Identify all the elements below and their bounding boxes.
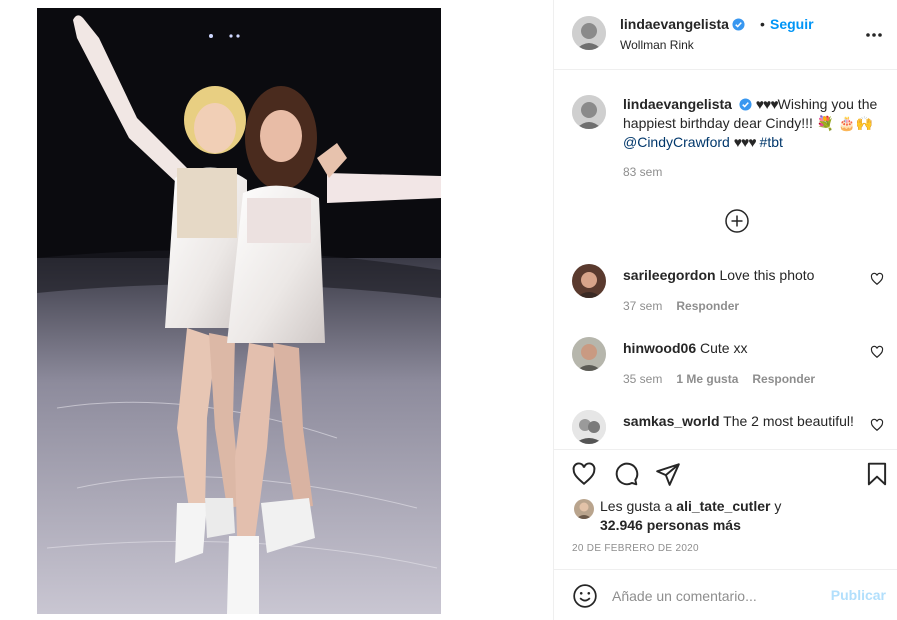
likes-conjunction: y bbox=[774, 498, 782, 514]
post-photo[interactable] bbox=[37, 8, 441, 614]
reply-button[interactable]: Responder bbox=[676, 299, 739, 313]
caption-mention-link[interactable]: @CindyCrawford bbox=[623, 134, 730, 150]
caption-text: lindaevangelista ♥♥♥Wishing you the happ… bbox=[623, 95, 885, 152]
more-options-icon[interactable] bbox=[864, 25, 884, 45]
post-panel: lindaevangelista • Seguir Wollman Rink l… bbox=[553, 0, 897, 620]
comment-body: Cute xx bbox=[700, 340, 748, 356]
commenter-avatar[interactable] bbox=[572, 410, 606, 444]
caption-hearts: ♥♥♥ bbox=[755, 96, 779, 112]
reply-button[interactable]: Responder bbox=[752, 372, 815, 386]
add-comment-bar: Publicar bbox=[554, 569, 897, 620]
likes-first-user[interactable]: ali_tate_cutler bbox=[676, 498, 770, 514]
comments-scroll-area[interactable]: lindaevangelista ♥♥♥Wishing you the happ… bbox=[554, 71, 897, 449]
like-heart-icon[interactable] bbox=[571, 461, 597, 487]
comment-text: hinwood06 Cute xx bbox=[623, 339, 863, 358]
commenter-avatar[interactable] bbox=[572, 337, 606, 371]
post-photo-image bbox=[37, 8, 441, 614]
comment-item: hinwood06 Cute xx 35 sem 1 Me gusta Respon… bbox=[554, 337, 897, 407]
comment-body: Love this photo bbox=[719, 267, 815, 283]
share-paper-plane-icon[interactable] bbox=[655, 461, 681, 487]
caption-emoji: 🎂🙌 bbox=[838, 115, 873, 131]
follow-button[interactable]: Seguir bbox=[770, 16, 814, 32]
comment-heart-icon[interactable] bbox=[870, 345, 884, 359]
comment-time[interactable]: 37 sem bbox=[623, 299, 662, 313]
comment-heart-icon[interactable] bbox=[870, 418, 884, 432]
comment-username[interactable]: sarileegordon bbox=[623, 267, 716, 283]
emoji-smiley-icon[interactable] bbox=[572, 583, 598, 609]
comment-username[interactable]: samkas_world bbox=[623, 413, 720, 429]
comment-body: The 2 most beautiful! bbox=[723, 413, 854, 429]
author-username-text: lindaevangelista bbox=[620, 16, 729, 32]
caption-hashtag-link[interactable]: #tbt bbox=[760, 134, 783, 150]
likes-count[interactable]: 32.946 personas más bbox=[600, 516, 741, 535]
comment-likes[interactable]: 1 Me gusta bbox=[676, 372, 738, 386]
verified-badge-icon bbox=[732, 18, 745, 31]
caption-username[interactable]: lindaevangelista bbox=[623, 96, 732, 112]
post-date[interactable]: 20 DE FEBRERO DE 2020 bbox=[572, 543, 699, 554]
comment-time[interactable]: 35 sem bbox=[623, 372, 662, 386]
post-media-area bbox=[0, 0, 553, 620]
header-separator: • bbox=[760, 16, 765, 32]
comment-meta: 37 sem Responder bbox=[623, 299, 753, 313]
comment-heart-icon[interactable] bbox=[870, 272, 884, 286]
comment-input[interactable] bbox=[612, 583, 822, 609]
post-location[interactable]: Wollman Rink bbox=[620, 38, 694, 52]
comment-item: sarileegordon Love this photo 37 sem Resp… bbox=[554, 264, 897, 334]
caption-hearts-2: ♥♥♥ bbox=[733, 134, 757, 150]
caption-timestamp[interactable]: 83 sem bbox=[623, 165, 662, 179]
likes-prefix: Les gusta a bbox=[600, 498, 673, 514]
load-more-comments-icon[interactable] bbox=[724, 208, 750, 234]
commenter-avatar[interactable] bbox=[572, 264, 606, 298]
comment-text: samkas_world The 2 most beautiful! bbox=[623, 412, 863, 431]
liker-avatar[interactable] bbox=[574, 499, 594, 519]
verified-badge-icon bbox=[739, 98, 752, 111]
likes-line-1: Les gusta a ali_tate_cutler y bbox=[600, 497, 781, 516]
comment-item: samkas_world The 2 most beautiful! bbox=[554, 410, 897, 449]
save-bookmark-icon[interactable] bbox=[864, 461, 890, 487]
author-username[interactable]: lindaevangelista bbox=[620, 16, 745, 32]
comment-meta: 35 sem 1 Me gusta Responder bbox=[623, 372, 829, 386]
author-avatar[interactable] bbox=[572, 16, 606, 50]
post-header: lindaevangelista • Seguir Wollman Rink bbox=[554, 0, 897, 70]
comment-bubble-icon[interactable] bbox=[613, 461, 639, 487]
comment-text: sarileegordon Love this photo bbox=[623, 266, 863, 285]
publish-button[interactable]: Publicar bbox=[831, 587, 886, 603]
comment-username[interactable]: hinwood06 bbox=[623, 340, 696, 356]
post-actions: Les gusta a ali_tate_cutler y 32.946 per… bbox=[554, 449, 897, 569]
caption-avatar[interactable] bbox=[572, 95, 606, 129]
